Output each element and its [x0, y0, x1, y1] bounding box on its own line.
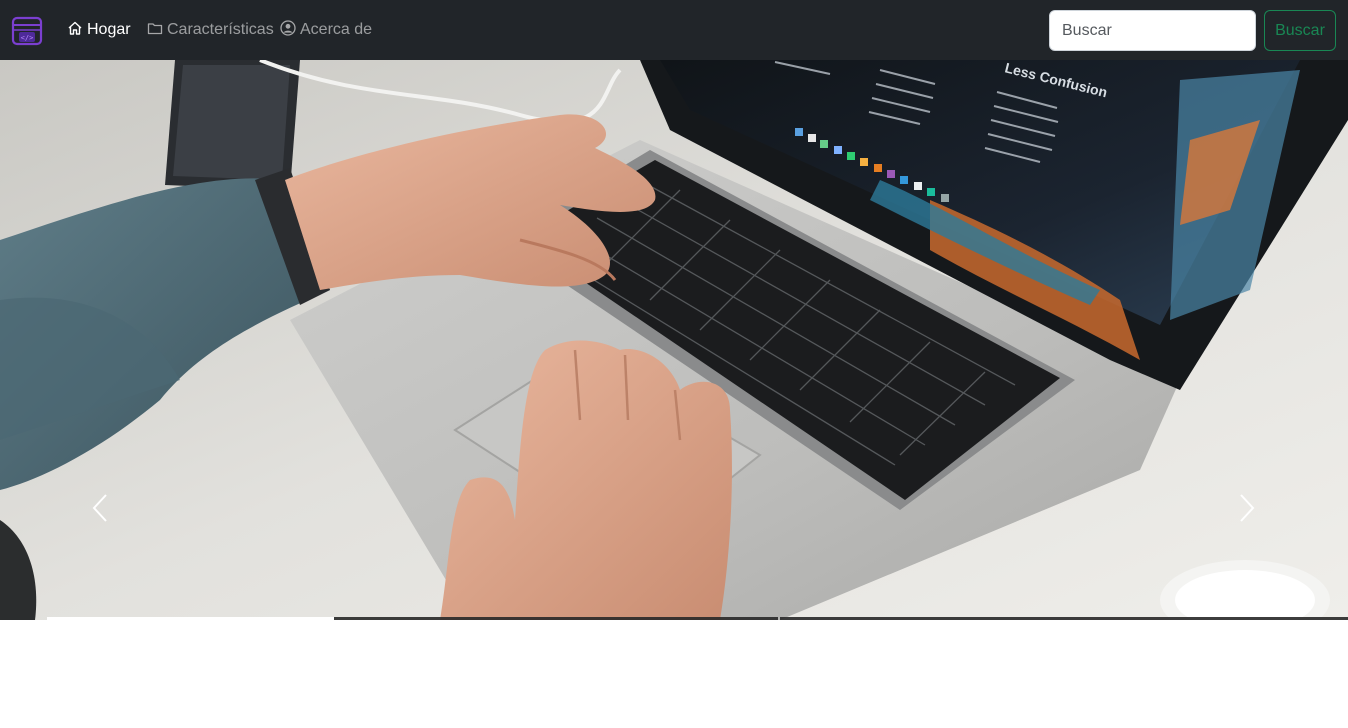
nav-link-home[interactable]: Hogar	[67, 18, 131, 42]
code-window-icon[interactable]: </>	[11, 15, 43, 47]
navbar: </> Hogar Características Acerca de Busc…	[0, 0, 1348, 60]
person-circle-icon	[280, 19, 300, 41]
carousel-indicator-3[interactable]	[780, 617, 1348, 620]
carousel-slide-image: Less Confusion	[0, 60, 1348, 620]
hero-carousel: Less Confusion	[0, 60, 1348, 620]
nav-link-label: Acerca de	[300, 21, 373, 38]
nav-link-features[interactable]: Características	[147, 18, 274, 42]
search-button[interactable]: Buscar	[1264, 10, 1336, 51]
carousel-indicator-2[interactable]	[334, 617, 778, 620]
chevron-right-icon	[1237, 493, 1257, 528]
chevron-left-icon	[90, 493, 110, 528]
folder-icon	[147, 20, 167, 41]
search-input[interactable]	[1049, 10, 1256, 51]
nav-link-label: Hogar	[87, 21, 131, 38]
carousel-indicators	[0, 617, 1348, 620]
carousel-prev-button[interactable]	[85, 480, 115, 540]
house-icon	[67, 20, 87, 41]
carousel-next-button[interactable]	[1232, 480, 1262, 540]
carousel-indicator-1[interactable]	[47, 617, 334, 620]
nav-link-about[interactable]: Acerca de	[280, 18, 372, 42]
nav-link-label: Características	[167, 21, 274, 38]
svg-text:</>: </>	[21, 34, 34, 42]
